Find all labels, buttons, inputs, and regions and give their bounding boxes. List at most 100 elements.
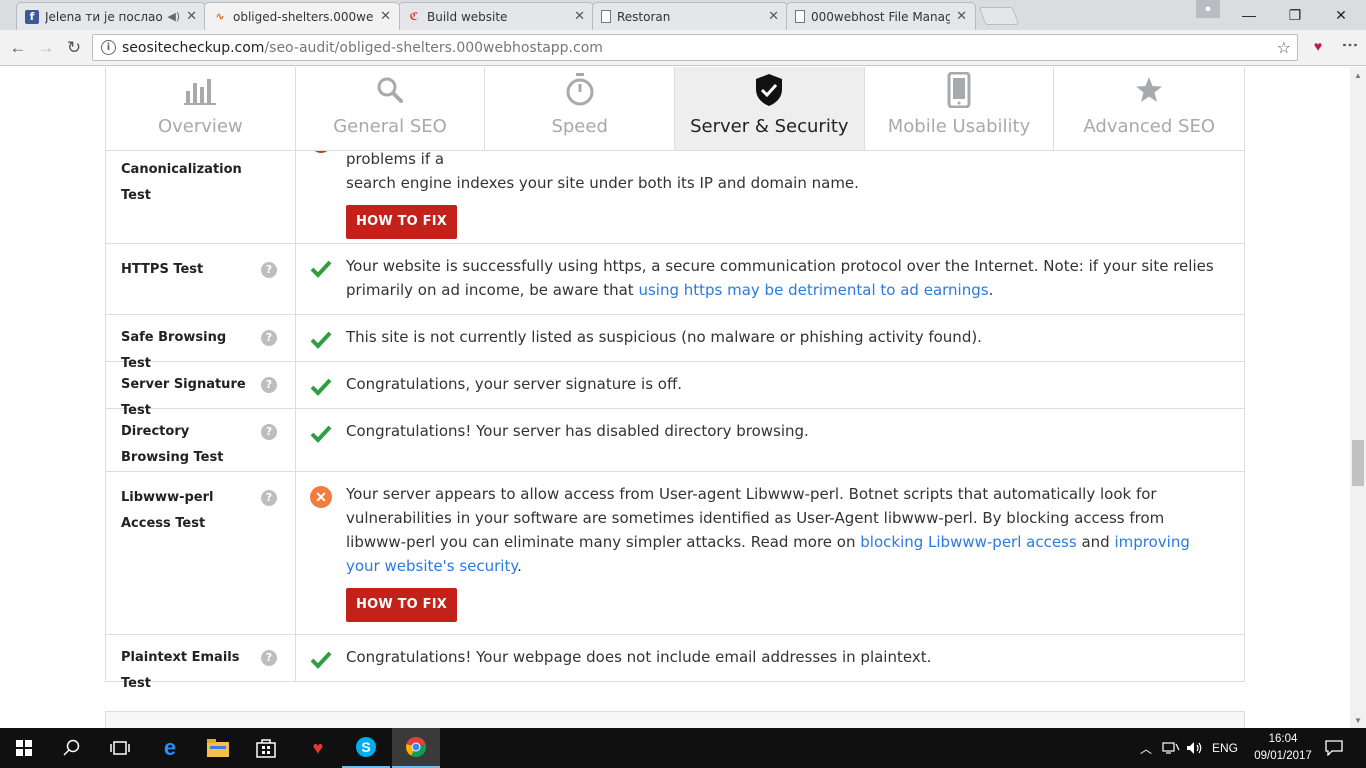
- check-icon: [310, 425, 332, 443]
- page-viewport: Overview General SEO Speed Server & Secu…: [0, 67, 1350, 728]
- star-icon: [1135, 72, 1163, 108]
- help-icon[interactable]: ?: [261, 424, 277, 440]
- result-text: Congratulations! Your webpage does not i…: [346, 648, 932, 666]
- file-explorer-icon[interactable]: [194, 728, 242, 768]
- page-scrollbar[interactable]: ▲ ▼: [1350, 67, 1366, 728]
- result-text-end: .: [988, 281, 994, 299]
- chrome-icon[interactable]: [392, 728, 440, 768]
- test-result: ✕ Your site's IP 185.27.134.56 does not …: [296, 126, 1244, 243]
- test-label-text: HTTPS Test: [121, 262, 204, 277]
- facebook-icon: f: [25, 9, 39, 24]
- action-center-icon[interactable]: [1325, 728, 1343, 768]
- https-ad-earnings-link[interactable]: using https may be detrimental to ad ear…: [638, 281, 988, 299]
- status: ✕: [310, 482, 346, 620]
- speaker-icon[interactable]: ◀): [167, 10, 180, 23]
- tab-title: Jelena ти је послао/л: [45, 9, 164, 24]
- tab-label: Server & Security: [690, 116, 849, 137]
- input-language-indicator[interactable]: ENG: [1212, 728, 1238, 768]
- table-row: Safe Browsing Test ? This site is not cu…: [106, 314, 1244, 371]
- tab-advanced-seo[interactable]: Advanced SEO: [1054, 67, 1244, 150]
- scroll-down-icon[interactable]: ▼: [1350, 712, 1366, 728]
- browser-tab-build-website[interactable]: ℭ Build website ✕: [398, 2, 594, 30]
- restore-icon[interactable]: ❐: [1272, 0, 1318, 30]
- cherry-app-icon[interactable]: ♥: [294, 728, 342, 768]
- skype-icon[interactable]: S: [342, 728, 390, 768]
- results-table: IP Canonicalization Test ? ✕ Your site's…: [105, 126, 1245, 691]
- close-tab-icon[interactable]: ✕: [380, 9, 391, 24]
- category-nav: Overview General SEO Speed Server & Secu…: [105, 67, 1245, 151]
- status: [310, 325, 346, 349]
- windows-start-icon[interactable]: [0, 728, 48, 768]
- back-icon[interactable]: ←: [6, 36, 30, 60]
- test-result: ✕ Your server appears to allow access fr…: [296, 472, 1244, 634]
- profile-icon[interactable]: ●: [1196, 0, 1220, 18]
- table-row: HTTPS Test ? Your website is successfull…: [106, 243, 1244, 314]
- tab-general-seo[interactable]: General SEO: [296, 67, 486, 150]
- browser-tab-file-manager[interactable]: 000webhost File Manage ✕: [786, 2, 976, 30]
- table-row: Server Signature Test ? Congratulations,…: [106, 361, 1244, 418]
- browser-tab-restoran[interactable]: Restoran ✕: [592, 2, 788, 30]
- close-window-icon[interactable]: ✕: [1318, 0, 1364, 30]
- test-result: Congratulations! Your webpage does not i…: [296, 635, 1244, 681]
- close-tab-icon[interactable]: ✕: [768, 9, 779, 24]
- minimize-icon[interactable]: —: [1226, 0, 1272, 30]
- tab-title: Restoran: [617, 9, 671, 24]
- status: [310, 254, 346, 300]
- check-icon: [310, 378, 332, 396]
- help-icon[interactable]: ?: [261, 262, 277, 278]
- svg-text:S: S: [361, 739, 370, 755]
- tab-label: Mobile Usability: [887, 116, 1031, 137]
- tab-title: Build website: [427, 9, 508, 24]
- address-bar[interactable]: i seositecheckup.com /seo-audit/obliged-…: [92, 34, 1298, 61]
- menu-icon[interactable]: ⋮: [1340, 37, 1359, 52]
- reload-icon[interactable]: ↻: [62, 36, 86, 60]
- document-icon: [795, 10, 805, 23]
- forward-icon[interactable]: →: [34, 36, 58, 60]
- tab-server-security[interactable]: Server & Security: [675, 67, 865, 150]
- task-view-icon[interactable]: [96, 728, 144, 768]
- browser-tab-facebook[interactable]: f Jelena ти је послао/л ◀) ✕: [16, 2, 206, 30]
- test-result: Congratulations, your server signature i…: [296, 362, 1244, 408]
- system-clock[interactable]: 16:04 09/01/2017: [1250, 731, 1316, 765]
- test-label: Plaintext Emails Test ?: [106, 635, 296, 691]
- close-tab-icon[interactable]: ✕: [186, 9, 197, 24]
- url-host: seositecheckup.com: [122, 39, 265, 56]
- blocking-libwww-link[interactable]: blocking Libwww-perl access: [860, 533, 1076, 551]
- how-to-fix-button[interactable]: HOW TO FIX: [346, 205, 457, 239]
- tab-label: General SEO: [333, 116, 447, 137]
- scrollbar-thumb[interactable]: [1352, 440, 1364, 486]
- tab-mobile-usability[interactable]: Mobile Usability: [865, 67, 1055, 150]
- help-icon[interactable]: ?: [261, 490, 277, 506]
- status: [310, 372, 346, 396]
- show-hidden-icons[interactable]: ︿: [1140, 728, 1152, 768]
- check-icon: [310, 260, 332, 278]
- tab-overview[interactable]: Overview: [106, 67, 296, 150]
- close-tab-icon[interactable]: ✕: [574, 9, 585, 24]
- test-label-text: Directory Browsing Test: [121, 424, 224, 465]
- how-to-fix-button[interactable]: HOW TO FIX: [346, 588, 457, 622]
- table-row: Libwww-perl Access Test ? ✕ Your server …: [106, 471, 1244, 634]
- scroll-up-icon[interactable]: ▲: [1350, 67, 1366, 83]
- new-tab-button[interactable]: [978, 7, 1020, 25]
- table-row: Directory Browsing Test ? Congratulation…: [106, 408, 1244, 471]
- close-tab-icon[interactable]: ✕: [956, 9, 967, 24]
- store-icon[interactable]: [242, 728, 290, 768]
- help-icon[interactable]: ?: [261, 377, 277, 393]
- volume-icon[interactable]: [1186, 728, 1204, 768]
- info-icon[interactable]: i: [101, 40, 116, 55]
- bookmark-star-icon[interactable]: ☆: [1277, 38, 1291, 57]
- seo-icon: ∿: [215, 10, 225, 23]
- next-section-box: [105, 711, 1245, 728]
- browser-tab-seo[interactable]: ∿ obliged-shelters.000web ✕: [204, 2, 400, 30]
- warning-x-icon: ✕: [310, 486, 332, 508]
- tab-speed[interactable]: Speed: [485, 67, 676, 150]
- help-icon[interactable]: ?: [261, 330, 277, 346]
- network-icon[interactable]: [1162, 728, 1180, 768]
- result-text: Your website is successfully using https…: [346, 254, 1224, 300]
- search-icon[interactable]: [48, 728, 96, 768]
- test-label: Directory Browsing Test ?: [106, 409, 296, 471]
- help-icon[interactable]: ?: [261, 650, 277, 666]
- edge-browser-icon[interactable]: e: [146, 728, 194, 768]
- cherry-extension-icon[interactable]: ♥: [1308, 38, 1328, 58]
- url-path: /seo-audit/obliged-shelters.000webhostap…: [264, 39, 603, 56]
